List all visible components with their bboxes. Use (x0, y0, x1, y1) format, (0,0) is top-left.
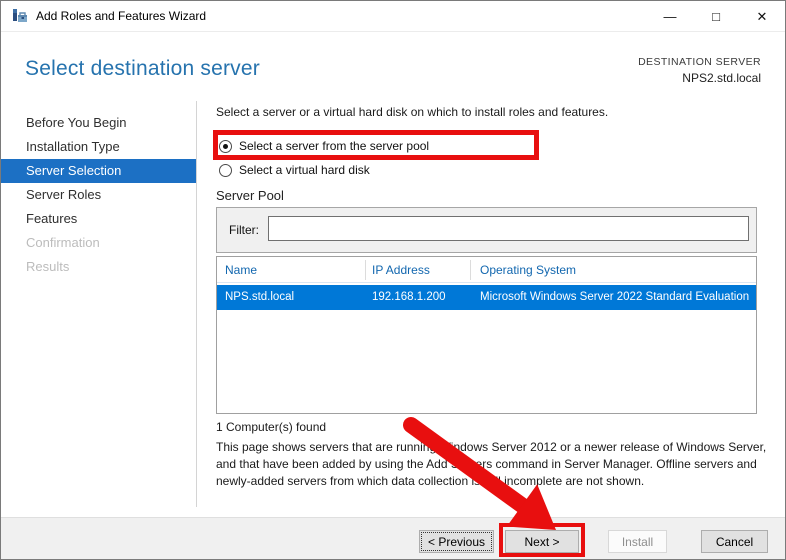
next-button[interactable]: Next > (505, 530, 579, 553)
titlebar: Add Roles and Features Wizard — □ ✕ (1, 1, 785, 32)
filter-input[interactable] (268, 216, 749, 241)
cancel-button[interactable]: Cancel (701, 530, 768, 553)
radio-selected-icon[interactable] (219, 140, 232, 153)
close-button[interactable]: ✕ (739, 1, 785, 32)
table-row-selected[interactable]: NPS.std.local 192.168.1.200 Microsoft Wi… (217, 285, 756, 310)
radio-label: Select a server from the server pool (239, 139, 429, 153)
cell-operating-system: Microsoft Windows Server 2022 Standard E… (480, 285, 749, 310)
instruction-text: Select a server or a virtual hard disk o… (216, 105, 608, 119)
page-description-text: This page shows servers that are running… (216, 439, 767, 490)
cell-ip-address: 192.168.1.200 (372, 285, 446, 310)
computers-found-text: 1 Computer(s) found (216, 420, 326, 434)
column-header-name[interactable]: Name (225, 257, 257, 283)
maximize-button[interactable]: □ (693, 1, 739, 32)
filter-label: Filter: (229, 223, 259, 237)
sidebar-item-features[interactable]: Features (1, 207, 196, 231)
radio-select-server-from-pool[interactable]: Select a server from the server pool (219, 138, 429, 154)
sidebar-item-before-you-begin[interactable]: Before You Begin (1, 111, 196, 135)
radio-label: Select a virtual hard disk (239, 163, 370, 177)
column-header-ip-address[interactable]: IP Address (372, 257, 430, 283)
wizard-steps-sidebar: Before You Begin Installation Type Serve… (1, 111, 196, 279)
previous-button[interactable]: < Previous (419, 530, 494, 553)
sidebar-item-installation-type[interactable]: Installation Type (1, 135, 196, 159)
sidebar-divider (196, 101, 197, 507)
table-header-row: Name IP Address Operating System (217, 257, 756, 283)
cell-server-name: NPS.std.local (225, 285, 294, 310)
minimize-button[interactable]: — (647, 1, 693, 32)
server-pool-filter-box: Filter: (216, 207, 757, 253)
server-pool-heading: Server Pool (216, 188, 284, 203)
wizard-footer: < Previous Next > Install Cancel (1, 517, 785, 560)
destination-server-block: DESTINATION SERVER NPS2.std.local (638, 56, 761, 85)
destination-server-value: NPS2.std.local (638, 71, 761, 85)
destination-server-label: DESTINATION SERVER (638, 56, 761, 68)
sidebar-item-server-selection[interactable]: Server Selection (1, 159, 196, 183)
page-title: Select destination server (25, 57, 260, 81)
radio-select-virtual-hard-disk[interactable]: Select a virtual hard disk (219, 162, 370, 178)
column-divider (365, 260, 366, 280)
sidebar-item-confirmation: Confirmation (1, 231, 196, 255)
add-roles-features-wizard-window: Add Roles and Features Wizard — □ ✕ Sele… (0, 0, 786, 560)
install-button[interactable]: Install (608, 530, 667, 553)
column-header-operating-system[interactable]: Operating System (480, 257, 576, 283)
server-pool-table: Name IP Address Operating System NPS.std… (216, 256, 757, 414)
server-manager-icon (12, 8, 29, 25)
column-divider (470, 260, 471, 280)
radio-unselected-icon[interactable] (219, 164, 232, 177)
sidebar-item-results: Results (1, 255, 196, 279)
sidebar-item-server-roles[interactable]: Server Roles (1, 183, 196, 207)
window-title: Add Roles and Features Wizard (36, 1, 206, 32)
